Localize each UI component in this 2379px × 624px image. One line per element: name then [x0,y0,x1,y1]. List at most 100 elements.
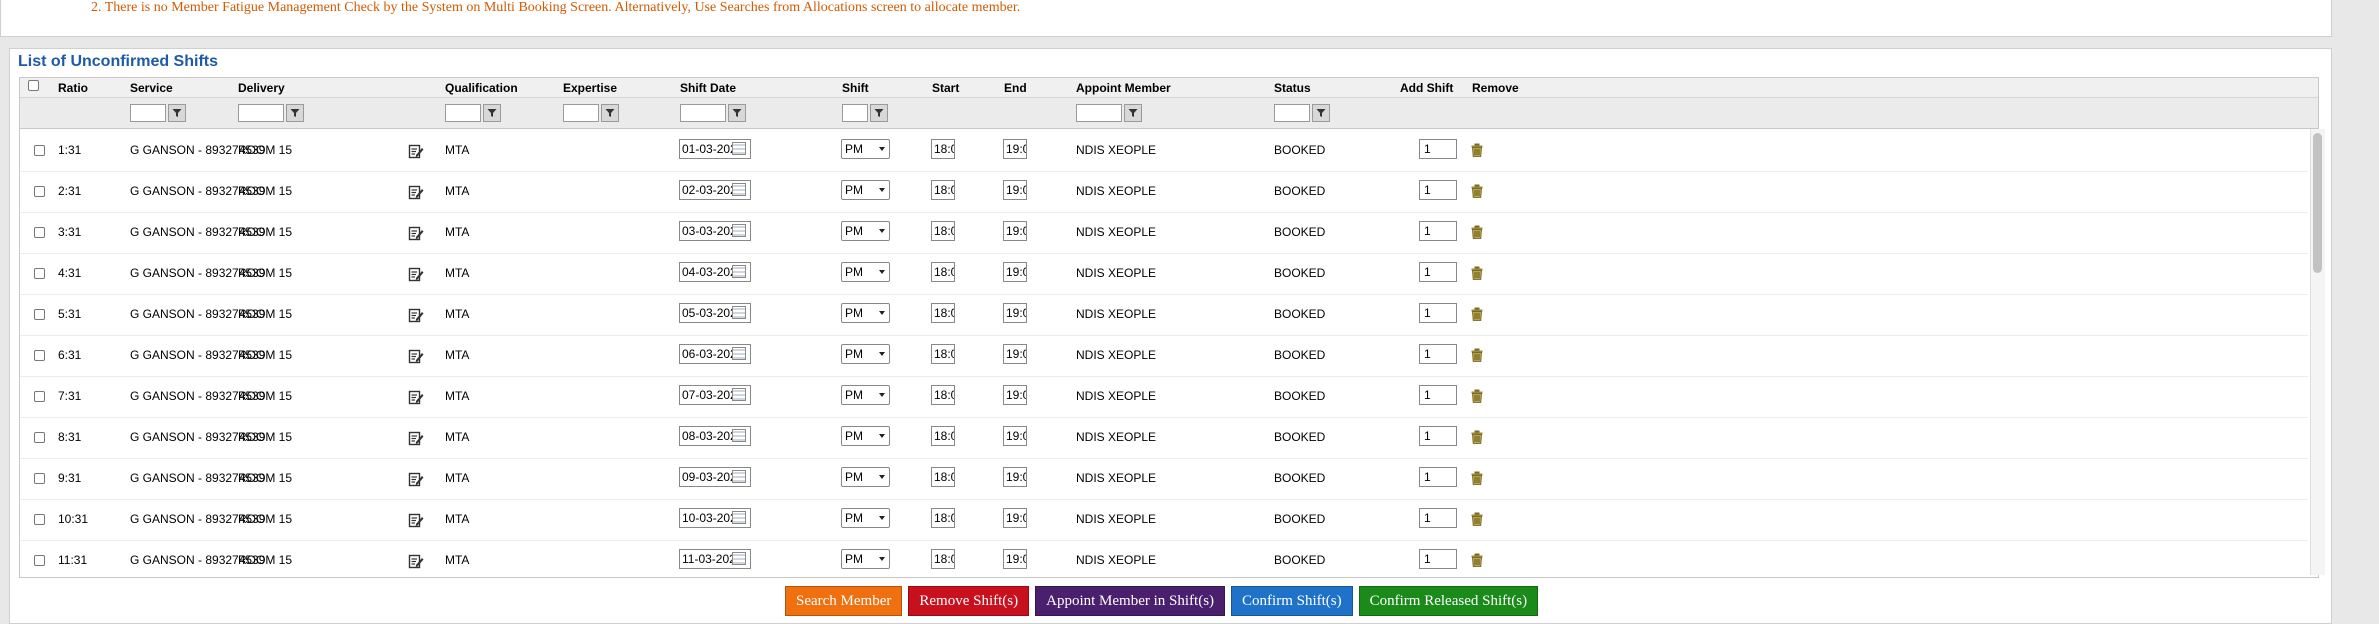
start-time-input[interactable]: 18:00 [931,385,955,405]
end-time-input[interactable]: 19:00 [1003,467,1027,487]
col-service[interactable]: Service [130,81,173,95]
calendar-icon[interactable] [732,306,746,319]
edit-note-icon[interactable] [408,225,424,241]
col-start[interactable]: Start [932,81,959,95]
table-row[interactable]: 3:31 G GANSON - 893274539 ROOM 15 MTA 03-03-… [20,212,2308,254]
confirm-shifts-button[interactable]: Confirm Shift(s) [1231,586,1353,616]
start-time-input[interactable]: 18:00 [931,426,955,446]
end-time-input[interactable]: 19:00 [1003,139,1027,159]
add-shift-input[interactable]: 1 [1419,508,1457,528]
start-time-input[interactable]: 18:00 [931,549,955,569]
end-time-input[interactable]: 19:00 [1003,508,1027,528]
trash-icon[interactable] [1471,225,1483,239]
shift-select[interactable]: PM [841,508,890,528]
col-delivery[interactable]: Delivery [238,81,285,95]
add-shift-input[interactable]: 1 [1419,426,1457,446]
start-time-input[interactable]: 18:00 [931,303,955,323]
row-checkbox[interactable] [34,186,45,197]
filter-status-input[interactable] [1274,104,1310,122]
shift-select[interactable]: PM [841,426,890,446]
filter-icon[interactable] [728,104,746,122]
grid-vertical-scrollbar[interactable] [2310,129,2325,575]
edit-note-icon[interactable] [408,266,424,282]
trash-icon[interactable] [1471,143,1483,157]
trash-icon[interactable] [1471,307,1483,321]
table-row[interactable]: 7:31 G GANSON - 893274539 ROOM 15 MTA 07-03-… [20,376,2308,418]
calendar-icon[interactable] [732,429,746,442]
filter-service-input[interactable] [130,104,166,122]
end-time-input[interactable]: 19:00 [1003,180,1027,200]
start-time-input[interactable]: 18:00 [931,139,955,159]
filter-icon[interactable] [601,104,619,122]
add-shift-input[interactable]: 1 [1419,180,1457,200]
trash-icon[interactable] [1471,389,1483,403]
trash-icon[interactable] [1471,184,1483,198]
add-shift-input[interactable]: 1 [1419,262,1457,282]
start-time-input[interactable]: 18:00 [931,467,955,487]
shift-select[interactable]: PM [841,344,890,364]
end-time-input[interactable]: 19:00 [1003,262,1027,282]
col-status[interactable]: Status [1274,81,1311,95]
trash-icon[interactable] [1471,430,1483,444]
shift-select[interactable]: PM [841,467,890,487]
start-time-input[interactable]: 18:00 [931,262,955,282]
row-checkbox[interactable] [34,473,45,484]
filter-icon[interactable] [1124,104,1142,122]
edit-note-icon[interactable] [408,430,424,446]
add-shift-input[interactable]: 1 [1419,344,1457,364]
shift-select[interactable]: PM [841,180,890,200]
trash-icon[interactable] [1471,471,1483,485]
col-shift[interactable]: Shift [842,81,869,95]
col-remove[interactable]: Remove [1472,81,1519,95]
filter-shift-input[interactable] [842,104,868,122]
filter-appoint-member-input[interactable] [1076,104,1122,122]
filter-icon[interactable] [483,104,501,122]
row-checkbox[interactable] [34,391,45,402]
search-member-button[interactable]: Search Member [785,586,903,616]
table-row[interactable]: 5:31 G GANSON - 893274539 ROOM 15 MTA 05-03-… [20,294,2308,336]
edit-note-icon[interactable] [408,184,424,200]
end-time-input[interactable]: 19:00 [1003,221,1027,241]
shift-select[interactable]: PM [841,549,890,569]
trash-icon[interactable] [1471,512,1483,526]
table-row[interactable]: 6:31 G GANSON - 893274539 ROOM 15 MTA 06-03-… [20,335,2308,377]
trash-icon[interactable] [1471,266,1483,280]
edit-note-icon[interactable] [408,307,424,323]
edit-note-icon[interactable] [408,471,424,487]
col-shift-date[interactable]: Shift Date [680,81,736,95]
end-time-input[interactable]: 19:00 [1003,549,1027,569]
table-row[interactable]: 8:31 G GANSON - 893274539 ROOM 15 MTA 08-03-… [20,417,2308,459]
shift-select[interactable]: PM [841,221,890,241]
start-time-input[interactable]: 18:00 [931,344,955,364]
end-time-input[interactable]: 19:00 [1003,344,1027,364]
shift-select[interactable]: PM [841,139,890,159]
calendar-icon[interactable] [732,224,746,237]
add-shift-input[interactable]: 1 [1419,221,1457,241]
start-time-input[interactable]: 18:00 [931,508,955,528]
edit-note-icon[interactable] [408,389,424,405]
shift-select[interactable]: PM [841,262,890,282]
filter-icon[interactable] [870,104,888,122]
calendar-icon[interactable] [732,470,746,483]
add-shift-input[interactable]: 1 [1419,385,1457,405]
add-shift-input[interactable]: 1 [1419,139,1457,159]
row-checkbox[interactable] [34,432,45,443]
calendar-icon[interactable] [732,347,746,360]
add-shift-input[interactable]: 1 [1419,549,1457,569]
select-all-checkbox[interactable] [28,80,39,91]
edit-note-icon[interactable] [408,143,424,159]
row-checkbox[interactable] [34,227,45,238]
table-row[interactable]: 10:31 G GANSON - 893274539 ROOM 15 MTA 10-03… [20,499,2308,541]
col-qualification[interactable]: Qualification [445,81,518,95]
start-time-input[interactable]: 18:00 [931,180,955,200]
calendar-icon[interactable] [732,388,746,401]
col-expertise[interactable]: Expertise [563,81,617,95]
table-row[interactable]: 4:31 G GANSON - 893274539 ROOM 15 MTA 04-03-… [20,253,2308,295]
calendar-icon[interactable] [732,142,746,155]
scrollbar-thumb[interactable] [2313,133,2322,273]
filter-icon[interactable] [1312,104,1330,122]
col-ratio[interactable]: Ratio [58,81,88,95]
row-checkbox[interactable] [34,514,45,525]
row-checkbox[interactable] [34,268,45,279]
filter-icon[interactable] [286,104,304,122]
